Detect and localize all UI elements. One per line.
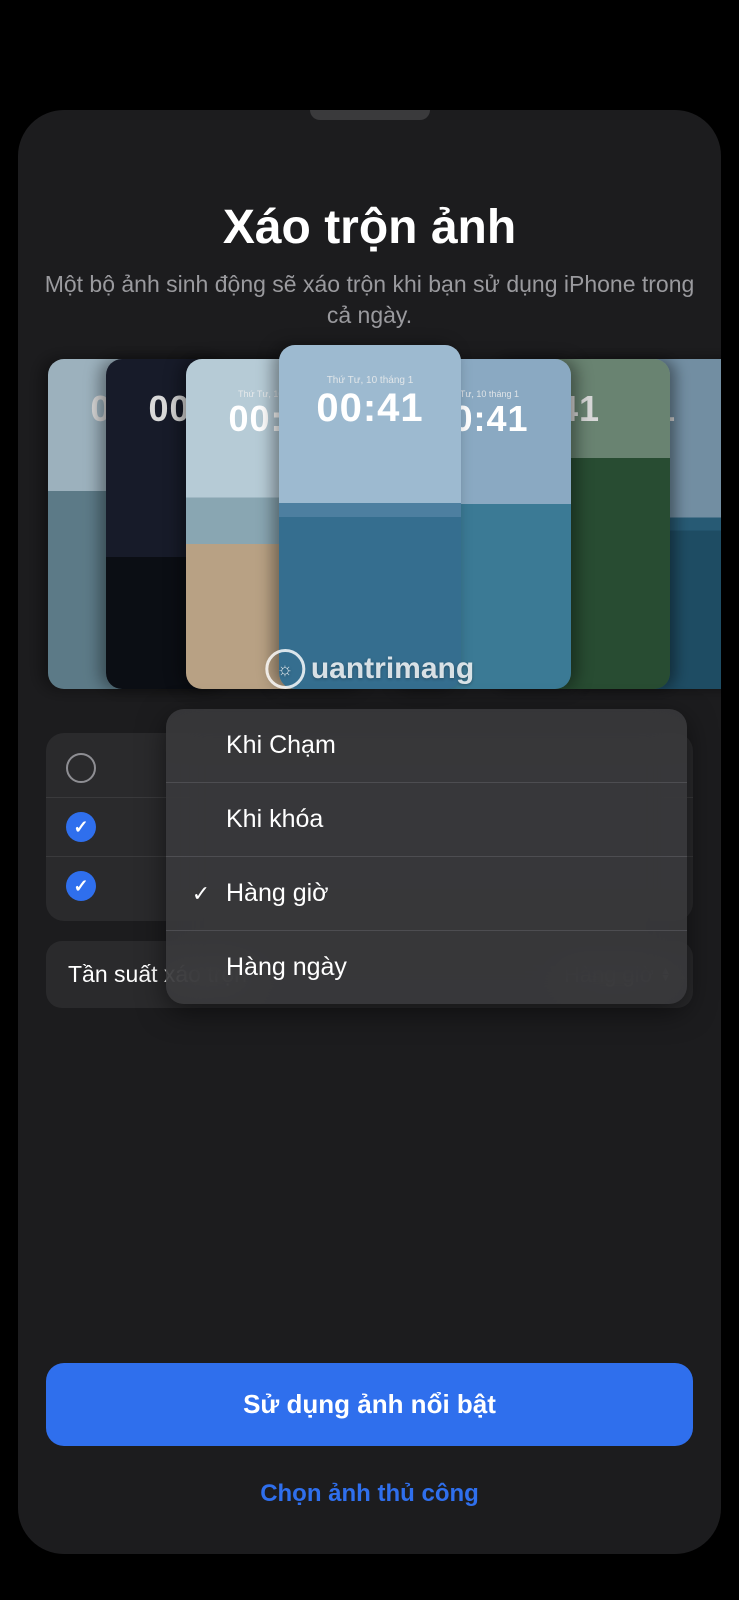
- frequency-popover: Khi Chạm Khi khóa ✓ Hàng giờ Hàng ngày: [166, 709, 687, 1004]
- choose-manually-button[interactable]: Chọn ảnh thủ công: [46, 1472, 693, 1516]
- page-title: Xáo trộn ảnh: [18, 200, 721, 255]
- lock-time: 00:41: [316, 388, 423, 428]
- popover-item-label: Khi Chạm: [226, 731, 336, 760]
- popover-item-hourly[interactable]: ✓ Hàng giờ: [166, 856, 687, 930]
- page-subtitle: Một bộ ảnh sinh động sẽ xáo trộn khi bạn…: [18, 269, 721, 331]
- checkmark-icon: ✓: [190, 881, 212, 907]
- popover-item-daily[interactable]: Hàng ngày: [166, 930, 687, 1004]
- popover-item-label: Khi khóa: [226, 805, 323, 834]
- radio-unchecked-icon[interactable]: [66, 753, 96, 783]
- radio-checked-icon[interactable]: [66, 812, 96, 842]
- wallpaper-card-center[interactable]: Thứ Tư, 10 tháng 1 00:41: [279, 345, 461, 689]
- popover-item-lock[interactable]: Khi khóa: [166, 782, 687, 856]
- popover-item-label: Hàng giờ: [226, 879, 329, 908]
- options-section: Khi Chạm Khi khóa ✓ Hàng giờ Hàng ngày: [46, 733, 693, 921]
- popover-item-tap[interactable]: Khi Chạm: [166, 709, 687, 782]
- lock-date: Thứ Tư, 10 tháng 1: [327, 375, 414, 386]
- use-featured-photos-button[interactable]: Sử dụng ảnh nổi bật: [46, 1363, 693, 1446]
- wallpaper-carousel[interactable]: 00:41 00:41 Thứ Tư, 10 tháng 1 00:41 Thứ…: [18, 359, 721, 703]
- screen-content: Xáo trộn ảnh Một bộ ảnh sinh động sẽ xáo…: [18, 110, 721, 1554]
- radio-checked-icon[interactable]: [66, 871, 96, 901]
- popover-item-label: Hàng ngày: [226, 953, 347, 982]
- header: Xáo trộn ảnh Một bộ ảnh sinh động sẽ xáo…: [18, 110, 721, 331]
- button-area: Sử dụng ảnh nổi bật Chọn ảnh thủ công: [46, 1363, 693, 1516]
- phone-frame: Xáo trộn ảnh Một bộ ảnh sinh động sẽ xáo…: [18, 110, 721, 1554]
